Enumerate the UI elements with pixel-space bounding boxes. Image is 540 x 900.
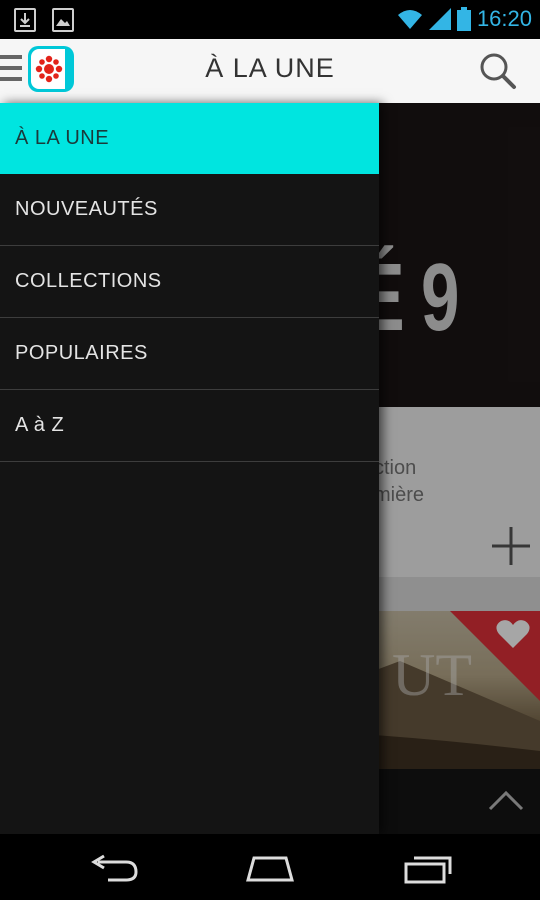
image-icon [52, 8, 74, 32]
drawer-item-populaires[interactable]: POPULAIRES [0, 318, 379, 390]
search-icon[interactable] [478, 51, 518, 91]
drawer-item-label: POPULAIRES [15, 342, 148, 364]
signal-icon [428, 8, 451, 30]
recent-apps-icon[interactable] [402, 852, 454, 884]
page-title: À LA UNE [205, 53, 335, 83]
wifi-icon [397, 10, 422, 29]
status-clock: 16:20 [476, 6, 532, 31]
battery-icon [456, 7, 471, 31]
download-icon [14, 8, 36, 32]
drawer-item-label: A à Z [15, 414, 65, 436]
back-icon[interactable] [88, 852, 140, 884]
drawer-item-label: NOUVEAUTÉS [15, 198, 158, 220]
drawer-item-a-z[interactable]: A à Z [0, 390, 379, 462]
drawer-item-nouveautes[interactable]: NOUVEAUTÉS [0, 174, 379, 246]
drawer-item-label: COLLECTIONS [15, 270, 162, 292]
notification-icons [14, 8, 74, 32]
home-icon[interactable] [244, 852, 296, 884]
system-nav-bar [0, 834, 540, 900]
navigation-drawer: À LA UNE NOUVEAUTÉS COLLECTIONS POPULAIR… [0, 103, 379, 834]
drawer-item-label: À LA UNE [15, 127, 110, 149]
drawer-item-a-la-une[interactable]: À LA UNE [0, 103, 379, 174]
status-bar: 16:20 [0, 0, 540, 39]
drawer-item-collections[interactable]: COLLECTIONS [0, 246, 379, 318]
app-bar: À LA UNE [0, 39, 540, 103]
